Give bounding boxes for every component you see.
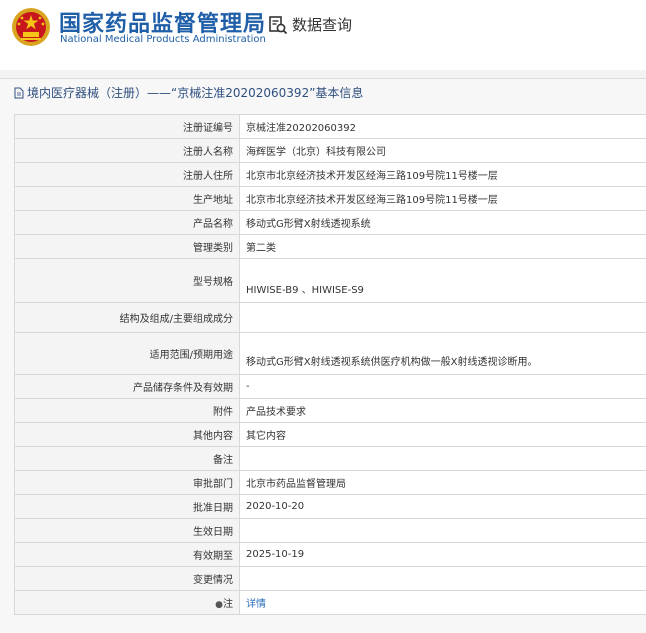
table-row: 生产地址 北京市北京经济技术开发区经海三路109号院11号楼一层	[15, 187, 646, 211]
field-value	[240, 519, 646, 543]
field-value: 北京市北京经济技术开发区经海三路109号院11号楼一层	[240, 187, 646, 211]
note-marker-icon: ●	[215, 600, 223, 610]
field-label: 注册证编号	[15, 115, 240, 139]
field-value	[240, 447, 646, 471]
table-row: 生效日期	[15, 519, 646, 543]
field-label: 结构及组成/主要组成成分	[15, 303, 240, 333]
field-value: 第二类	[240, 235, 646, 259]
field-value: 北京市药品监督管理局	[240, 471, 646, 495]
field-label: 批准日期	[15, 495, 240, 519]
details-link[interactable]: 详情	[246, 599, 266, 610]
breadcrumb-text: 境内医疗器械（注册）——“京械注准20202060392”基本信息	[27, 84, 363, 101]
field-value: 产品技术要求	[240, 399, 646, 423]
field-value	[240, 567, 646, 591]
field-label: 适用范围/预期用途	[15, 333, 240, 375]
field-label: 型号规格	[15, 259, 240, 303]
site-header: 国家药品监督管理局 National Medical Products Admi…	[0, 0, 646, 64]
field-label: 注册人住所	[15, 163, 240, 187]
document-icon	[14, 87, 24, 99]
field-value: 移动式G形臂X射线透视系统供医疗机构做一般X射线透视诊断用。	[240, 333, 646, 375]
org-name-en: National Medical Products Administration	[60, 34, 266, 45]
field-label: 备注	[15, 447, 240, 471]
field-value: 2020-10-20	[240, 495, 646, 519]
field-value: 其它内容	[240, 423, 646, 447]
table-row: 注册人名称 海辉医学（北京）科技有限公司	[15, 139, 646, 163]
national-emblem-icon	[11, 7, 51, 47]
note-label-cell: ●注	[15, 591, 240, 615]
table-row: 结构及组成/主要组成成分	[15, 303, 646, 333]
field-value: 海辉医学（北京）科技有限公司	[240, 139, 646, 163]
field-label: 注	[223, 599, 233, 610]
data-query-label: 数据查询	[292, 14, 352, 35]
table-row: 产品储存条件及有效期 -	[15, 375, 646, 399]
field-label: 产品储存条件及有效期	[15, 375, 240, 399]
field-value: 北京市北京经济技术开发区经海三路109号院11号楼一层	[240, 163, 646, 187]
table-row: ●注 详情	[15, 591, 646, 615]
field-label: 管理类别	[15, 235, 240, 259]
field-label: 附件	[15, 399, 240, 423]
table-row: 型号规格 HIWISE-B9 、HIWISE-S9	[15, 259, 646, 303]
data-query-link[interactable]: 数据查询	[268, 14, 352, 35]
field-label: 变更情况	[15, 567, 240, 591]
field-value: 2025-10-19	[240, 543, 646, 567]
table-row: 注册证编号 京械注准20202060392	[15, 115, 646, 139]
table-row: 注册人住所 北京市北京经济技术开发区经海三路109号院11号楼一层	[15, 163, 646, 187]
table-row: 有效期至 2025-10-19	[15, 543, 646, 567]
table-row: 管理类别 第二类	[15, 235, 646, 259]
table-row: 备注	[15, 447, 646, 471]
breadcrumb: 境内医疗器械（注册）——“京械注准20202060392”基本信息	[14, 84, 363, 101]
table-row: 附件 产品技术要求	[15, 399, 646, 423]
registration-info-table: 注册证编号 京械注准20202060392 注册人名称 海辉医学（北京）科技有限…	[14, 114, 646, 615]
field-value	[240, 303, 646, 333]
field-label: 产品名称	[15, 211, 240, 235]
field-label: 有效期至	[15, 543, 240, 567]
field-label: 其他内容	[15, 423, 240, 447]
table-row: 审批部门 北京市药品监督管理局	[15, 471, 646, 495]
field-label: 审批部门	[15, 471, 240, 495]
table-row: 变更情况	[15, 567, 646, 591]
field-value: HIWISE-B9 、HIWISE-S9	[240, 259, 646, 303]
table-row: 其他内容 其它内容	[15, 423, 646, 447]
field-value-cell: 详情	[240, 591, 646, 615]
table-row: 批准日期 2020-10-20	[15, 495, 646, 519]
field-label: 生产地址	[15, 187, 240, 211]
header-divider	[0, 70, 646, 78]
field-value: -	[240, 375, 646, 399]
field-label: 注册人名称	[15, 139, 240, 163]
table-row: 适用范围/预期用途 移动式G形臂X射线透视系统供医疗机构做一般X射线透视诊断用。	[15, 333, 646, 375]
data-query-icon	[268, 15, 288, 35]
field-value: 移动式G形臂X射线透视系统	[240, 211, 646, 235]
table-row: 产品名称 移动式G形臂X射线透视系统	[15, 211, 646, 235]
field-label: 生效日期	[15, 519, 240, 543]
field-value: 京械注准20202060392	[240, 115, 646, 139]
